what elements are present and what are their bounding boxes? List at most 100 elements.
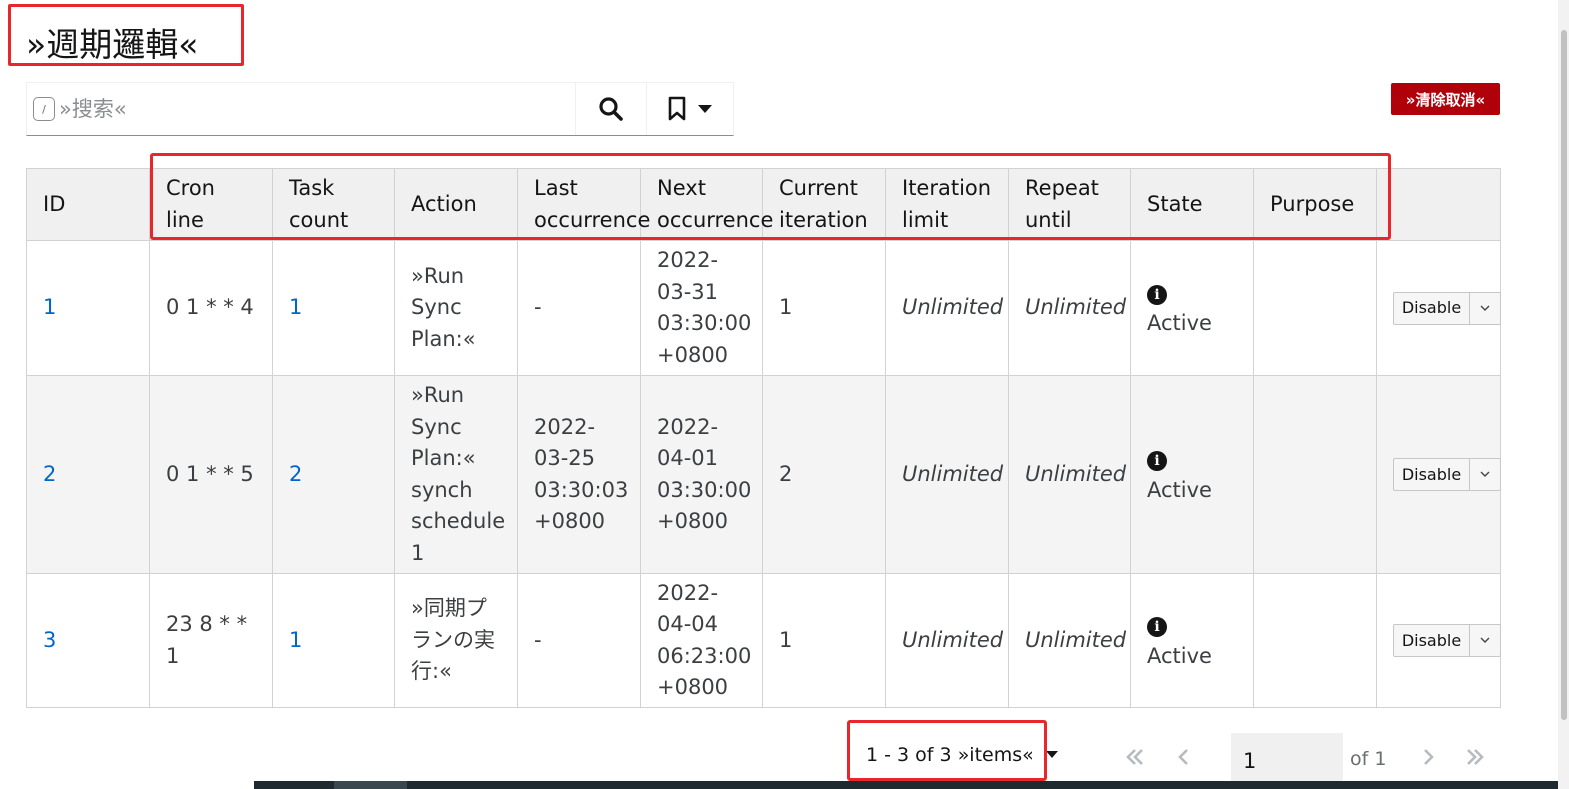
state-label: Active [1147, 643, 1212, 668]
column-header-iteration-limit[interactable]: Iteration limit [885, 168, 1009, 241]
column-header-task-count[interactable]: Task count [272, 168, 395, 241]
search-toolbar: / [26, 82, 734, 136]
cell-next-occurrence: 2022- 04-01 03:30:00 +0800 [640, 375, 763, 574]
table-header-row: ID Cron line Task count Action Last occurr… [26, 168, 1501, 241]
cell-actions: Disable [1376, 375, 1501, 574]
cell-action: »同期プ ランの実 行:« [394, 573, 518, 708]
pagination-range: 1 - 3 [866, 744, 910, 766]
actions-dropdown-toggle[interactable] [1470, 459, 1500, 490]
cell-iteration-limit: Unlimited [885, 573, 1009, 708]
pagination-total: 3 [939, 744, 952, 766]
recurring-logic-id-link[interactable]: 2 [43, 462, 56, 486]
next-page-icon[interactable] [1420, 746, 1436, 768]
column-header-current-iteration[interactable]: Current iteration [762, 168, 886, 241]
cell-iteration-limit: Unlimited [885, 240, 1009, 376]
scrollbar-thumb[interactable] [1561, 30, 1567, 720]
cell-cron-line: 0 1 * * 5 [149, 375, 273, 574]
cell-repeat-until: Unlimited [1008, 573, 1131, 708]
cell-last-occurrence: - [517, 573, 641, 708]
search-input[interactable] [59, 97, 559, 121]
disable-button[interactable]: Disable [1394, 625, 1470, 657]
info-circle-icon[interactable]: i [1147, 451, 1167, 471]
task-count-link[interactable]: 2 [289, 462, 302, 486]
cell-iteration-limit: Unlimited [885, 375, 1009, 574]
info-circle-icon[interactable]: i [1147, 617, 1167, 637]
keyboard-shortcut-hint: / [33, 97, 55, 121]
column-header-state[interactable]: State [1130, 168, 1254, 241]
total-pages-label: of 1 [1350, 748, 1387, 770]
taskbar-segment [334, 781, 407, 789]
cell-purpose [1253, 573, 1377, 708]
last-page-icon[interactable] [1464, 746, 1486, 768]
pagination-of: of [915, 744, 934, 766]
actions-dropdown-toggle[interactable] [1470, 625, 1500, 656]
column-header-actions [1376, 168, 1501, 241]
per-page-caret-down-icon[interactable] [1045, 750, 1059, 759]
chevron-down-icon [1480, 471, 1490, 478]
disable-split-button: Disable [1393, 291, 1501, 325]
column-header-id[interactable]: ID [26, 168, 150, 241]
cell-task-count: 1 [272, 240, 395, 376]
cell-id: 3 [26, 573, 150, 708]
cell-actions: Disable [1376, 573, 1501, 708]
bookmark-dropdown-button[interactable] [647, 83, 733, 135]
previous-page-icon[interactable] [1176, 746, 1192, 768]
chevron-down-icon [1480, 637, 1490, 644]
table-row: 2 0 1 * * 5 2 »Run Sync Plan:« synch schedul… [26, 375, 1501, 574]
task-count-link[interactable]: 1 [289, 628, 302, 652]
clear-cancel-button[interactable]: »清除取消« [1391, 83, 1500, 115]
actions-dropdown-toggle[interactable] [1470, 293, 1500, 324]
cell-state: i Active [1130, 375, 1254, 574]
disable-button[interactable]: Disable [1394, 459, 1470, 491]
recurring-logics-table: ID Cron line Task count Action Last occurr… [26, 168, 1501, 708]
cell-last-occurrence: 2022- 03-25 03:30:03 +0800 [517, 375, 641, 574]
task-count-link[interactable]: 1 [289, 295, 302, 319]
column-header-cron-line[interactable]: Cron line [149, 168, 273, 241]
search-icon [599, 97, 624, 121]
recurring-logic-id-link[interactable]: 3 [43, 628, 56, 652]
state-label: Active [1147, 311, 1212, 335]
cell-current-iteration: 1 [762, 573, 886, 708]
search-button[interactable] [576, 83, 648, 135]
page-title: »週期邏輯« [26, 25, 199, 64]
column-header-next-occurrence[interactable]: Next occurrence [640, 168, 773, 241]
cell-repeat-until: Unlimited [1008, 375, 1131, 574]
chevron-down-icon [1480, 305, 1490, 311]
disable-split-button: Disable [1393, 624, 1501, 658]
column-header-action[interactable]: Action [394, 168, 518, 241]
cell-action: »Run Sync Plan:« synch schedule 1 [394, 375, 518, 574]
table-row: 1 0 1 * * 4 1 »Run Sync Plan:« - 2022- 03-3… [26, 240, 1501, 376]
info-circle-icon[interactable]: i [1147, 284, 1167, 305]
cell-actions: Disable [1376, 240, 1501, 376]
column-header-repeat-until[interactable]: Repeat until [1008, 168, 1131, 241]
cell-state: i Active [1130, 573, 1254, 708]
recurring-logic-id-link[interactable]: 1 [43, 295, 56, 319]
cell-purpose [1253, 375, 1377, 574]
column-header-last-occurrence[interactable]: Last occurrence [517, 168, 650, 241]
cell-id: 2 [26, 375, 150, 574]
bookmark-icon [668, 96, 686, 121]
first-page-icon[interactable] [1124, 746, 1146, 768]
cell-repeat-until: Unlimited [1008, 240, 1131, 376]
cell-task-count: 2 [272, 375, 395, 574]
search-field[interactable]: / [27, 83, 577, 135]
cell-next-occurrence: 2022- 04-04 06:23:00 +0800 [640, 573, 763, 708]
cell-cron-line: 0 1 * * 4 [149, 240, 273, 376]
cell-current-iteration: 2 [762, 375, 886, 574]
table-row: 3 23 8 * * 1 1 »同期プ ランの実 行:« - 2022- 04-04 0… [26, 573, 1501, 708]
cell-cron-line: 23 8 * * 1 [149, 573, 273, 708]
column-header-purpose[interactable]: Purpose [1253, 168, 1377, 241]
pagination-summary: 1 - 3 of 3 »items« [866, 744, 1034, 766]
cell-id: 1 [26, 240, 150, 376]
taskbar [254, 781, 1558, 789]
cell-task-count: 1 [272, 573, 395, 708]
cell-state: i Active [1130, 240, 1254, 376]
cell-next-occurrence: 2022- 03-31 03:30:00 +0800 [640, 240, 763, 376]
cell-current-iteration: 1 [762, 240, 886, 376]
disable-button[interactable]: Disable [1394, 292, 1470, 324]
cell-action: »Run Sync Plan:« [394, 240, 518, 376]
pagination-items-label: »items« [957, 744, 1034, 766]
cell-last-occurrence: - [517, 240, 641, 376]
state-label: Active [1147, 477, 1212, 502]
disable-split-button: Disable [1393, 458, 1501, 492]
